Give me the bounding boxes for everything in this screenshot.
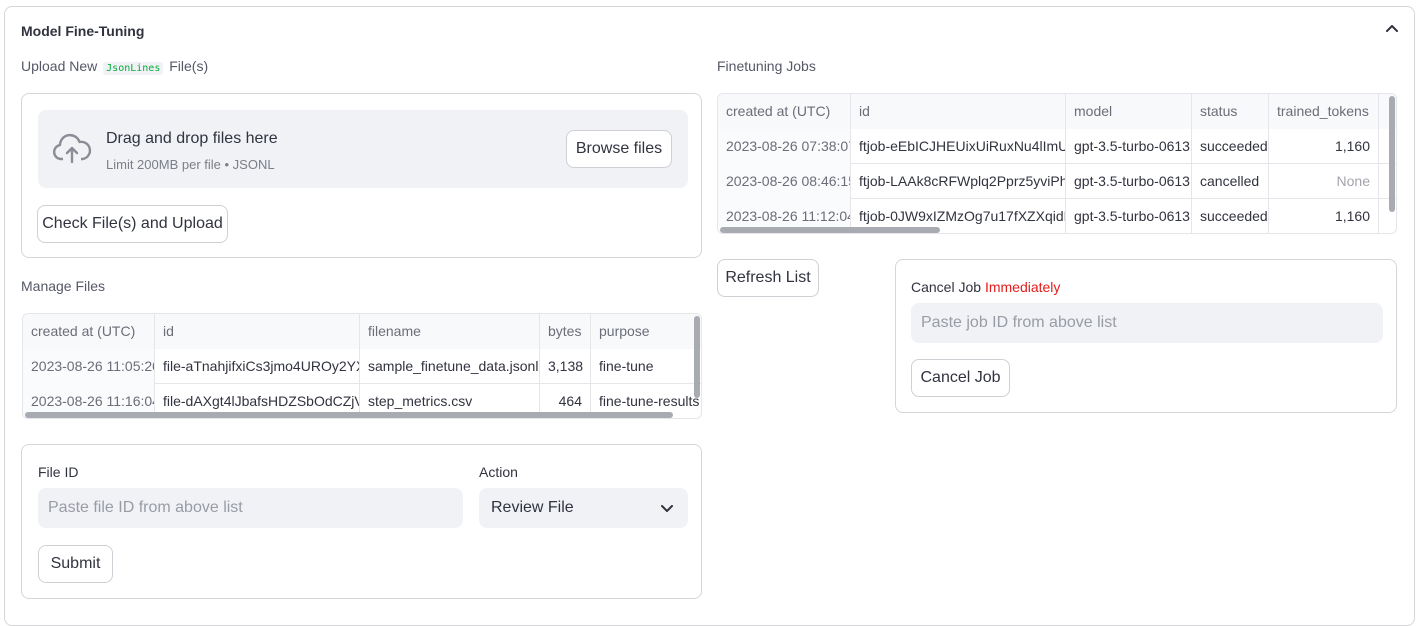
column-header[interactable]: status: [1192, 94, 1269, 129]
table-cell: cancelled: [1192, 164, 1269, 199]
table-cell: gpt-3.5-turbo-0613: [1066, 199, 1192, 233]
finetuning-jobs-label: Finetuning Jobs: [717, 58, 816, 74]
vertical-scrollbar[interactable]: [694, 316, 700, 398]
column-header[interactable]: created at (UTC): [23, 314, 155, 349]
column-header[interactable]: model: [1066, 94, 1192, 129]
upload-label-suffix: File(s): [169, 58, 209, 74]
column-header[interactable]: purpose: [591, 314, 701, 349]
cloud-upload-icon: [52, 133, 92, 164]
table-header-row: created at (UTC) id filename bytes purpo…: [23, 314, 701, 349]
horizontal-scrollbar[interactable]: [720, 227, 940, 233]
column-header[interactable]: id: [155, 314, 360, 349]
action-selected-value: Review File: [491, 499, 574, 516]
table-row[interactable]: 2023-08-26 07:38:07 ftjob-eEbICJHEUixUiR…: [718, 129, 1396, 164]
table-cell: gpt-3.5-turbo-0613: [1066, 129, 1192, 164]
check-and-upload-button[interactable]: Check File(s) and Upload: [37, 205, 228, 243]
column-header[interactable]: trained_tokens: [1269, 94, 1379, 129]
table-cell: file-aTnahjifxiCs3jmo4UROy2YX: [155, 349, 360, 384]
chevron-up-icon[interactable]: [1384, 21, 1400, 37]
dropzone-subtitle: Limit 200MB per file • JSONL: [106, 157, 275, 172]
upload-label: Upload New JsonLines File(s): [21, 58, 209, 75]
column-header[interactable]: filename: [360, 314, 540, 349]
action-select[interactable]: Review File: [479, 488, 688, 528]
file-action-form: File ID Action Review File Submit: [21, 444, 702, 599]
manage-files-label: Manage Files: [21, 278, 106, 294]
cancel-job-label-emphasis: Immediately: [984, 279, 1061, 295]
table-cell: 3,138: [540, 349, 591, 384]
table-row[interactable]: 2023-08-26 08:46:15 ftjob-LAAk8cRFWplq2P…: [718, 164, 1396, 199]
vertical-scrollbar[interactable]: [1389, 96, 1395, 212]
submit-button[interactable]: Submit: [38, 545, 113, 583]
table-cell: 1,160: [1269, 129, 1379, 164]
browse-files-button[interactable]: Browse files: [566, 130, 672, 168]
file-dropzone[interactable]: Drag and drop files here Limit 200MB per…: [38, 110, 688, 188]
fine-tuning-expander: Model Fine-Tuning Upload New JsonLines F…: [4, 6, 1415, 626]
job-id-input[interactable]: [911, 303, 1383, 343]
jobs-table[interactable]: created at (UTC) id model status trained…: [717, 93, 1397, 234]
table-row[interactable]: 2023-08-26 11:05:20 file-aTnahjifxiCs3jm…: [23, 349, 701, 384]
table-cell: 1,160: [1269, 199, 1379, 233]
file-id-label: File ID: [38, 464, 79, 480]
upload-form: Drag and drop files here Limit 200MB per…: [21, 93, 702, 258]
cancel-job-label-prefix: Cancel Job: [911, 279, 982, 295]
files-table[interactable]: created at (UTC) id filename bytes purpo…: [22, 313, 702, 419]
dropzone-title: Drag and drop files here: [106, 130, 278, 147]
table-cell: succeeded: [1192, 199, 1269, 233]
column-header[interactable]: bytes: [540, 314, 591, 349]
table-cell: 2023-08-26 08:46:15: [718, 164, 851, 199]
table-header-row: created at (UTC) id model status trained…: [718, 94, 1396, 129]
table-cell: 2023-08-26 07:38:07: [718, 129, 851, 164]
action-label: Action: [479, 464, 518, 480]
expander-title: Model Fine-Tuning: [21, 23, 145, 39]
horizontal-scrollbar[interactable]: [25, 412, 673, 418]
table-cell: 2023-08-26 11:05:20: [23, 349, 155, 384]
cancel-job-button[interactable]: Cancel Job: [911, 359, 1010, 397]
chevron-down-icon: [661, 505, 673, 512]
table-cell: ftjob-LAAk8cRFWplq2Pprz5yviPh8: [851, 164, 1066, 199]
column-header[interactable]: id: [851, 94, 1066, 129]
table-cell: None: [1269, 164, 1379, 199]
table-cell: sample_finetune_data.jsonl: [360, 349, 540, 384]
table-cell: succeeded: [1192, 129, 1269, 164]
file-id-input[interactable]: [38, 488, 463, 528]
table-cell: ftjob-eEbICJHEUixUiRuxNu4lImUx: [851, 129, 1066, 164]
table-cell: fine-tune: [591, 349, 701, 384]
cancel-job-label: Cancel Job Immediately: [911, 279, 1060, 295]
refresh-list-button[interactable]: Refresh List: [717, 259, 819, 297]
column-header[interactable]: created at (UTC): [718, 94, 851, 129]
table-cell: gpt-3.5-turbo-0613: [1066, 164, 1192, 199]
upload-label-prefix: Upload New: [21, 58, 98, 74]
upload-label-code: JsonLines: [103, 62, 164, 75]
cancel-job-form: Cancel Job Immediately Cancel Job: [895, 259, 1397, 413]
